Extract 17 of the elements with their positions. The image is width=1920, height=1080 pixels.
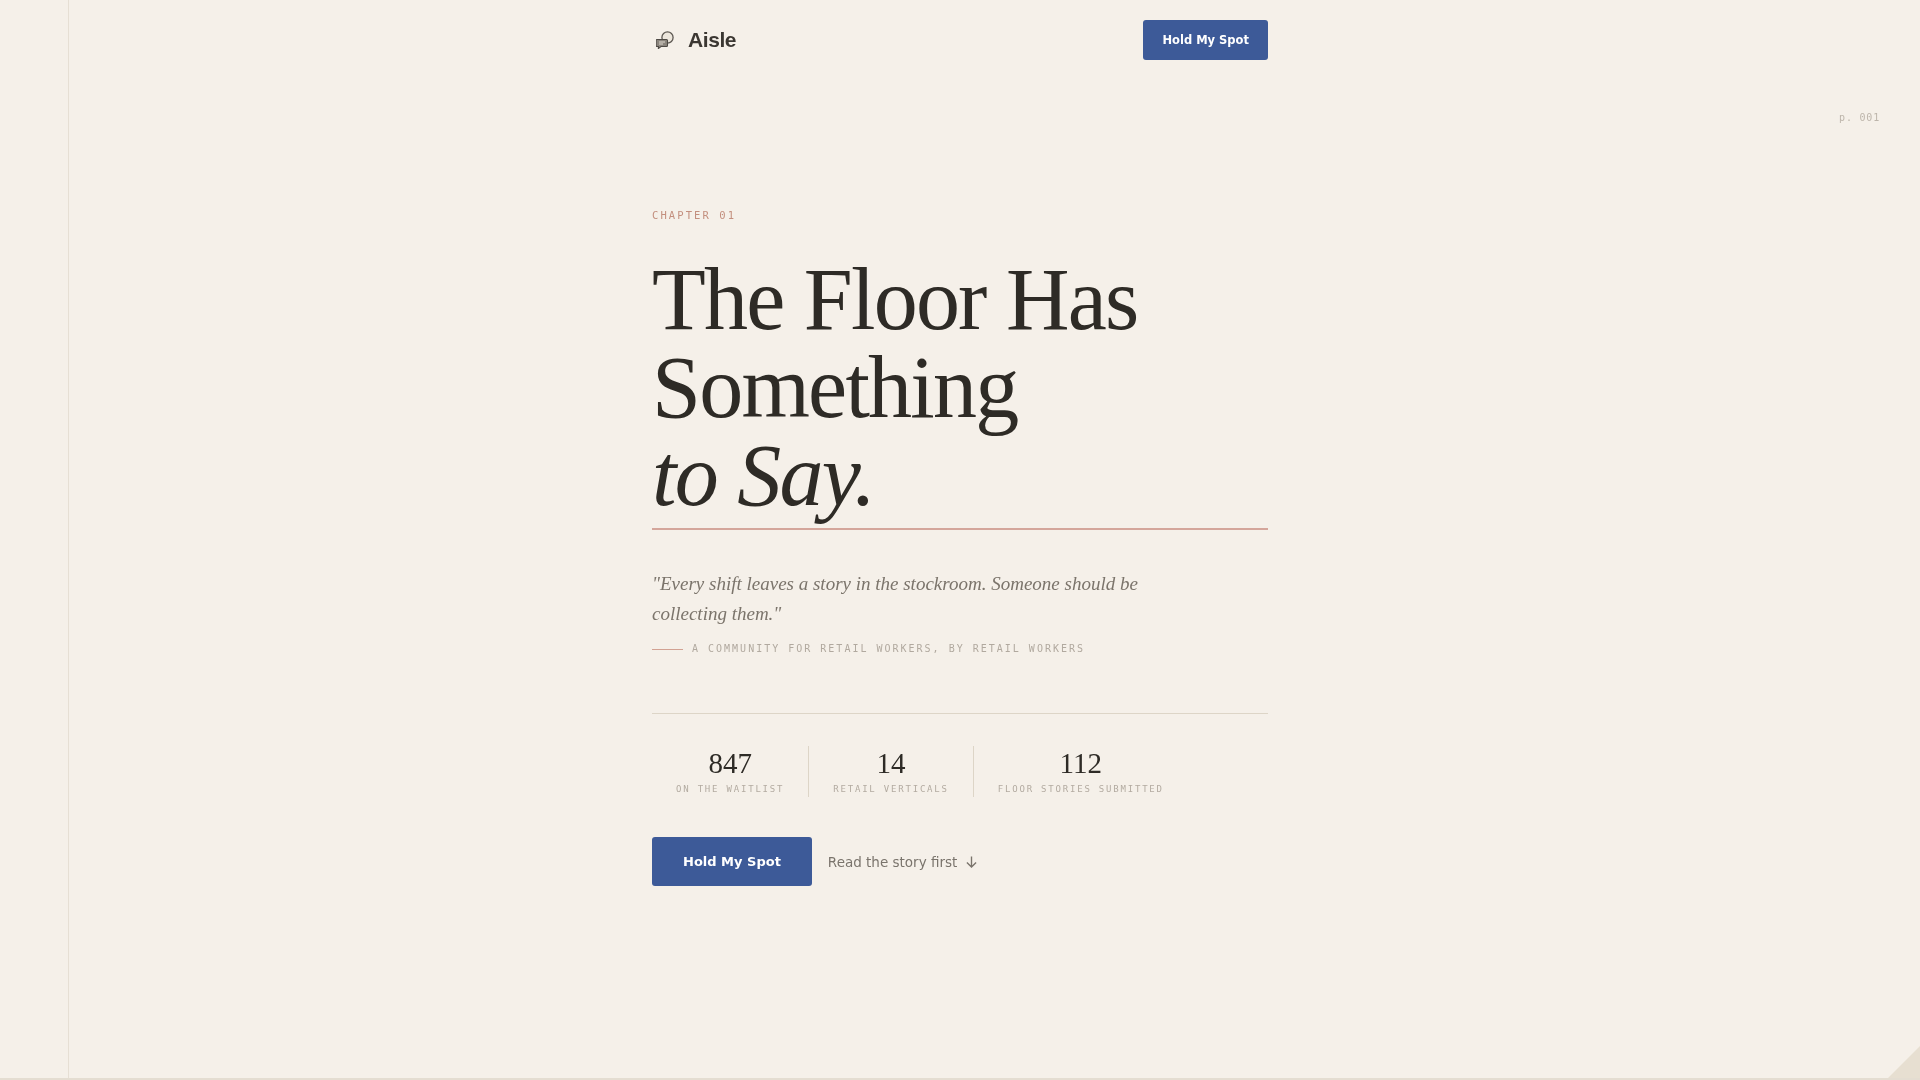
brand-name[interactable]: Aisle <box>688 27 737 53</box>
chapter-label: CHAPTER 01 <box>652 208 738 222</box>
arrow-down-icon <box>966 855 978 868</box>
quote: "Every shift leaves a story in the stockroom. Someone should be collecting them." <box>652 572 1139 626</box>
page-number: p. 001 <box>1839 111 1880 125</box>
hold-my-spot-button[interactable]: Hold My Spot <box>1143 20 1268 60</box>
stat-value: 112 <box>1059 746 1102 780</box>
read-story-link[interactable]: Read the story first <box>827 853 978 870</box>
stat-value: 14 <box>876 746 906 780</box>
speech-bubbles-icon <box>656 31 674 49</box>
tagline: A COMMUNITY FOR RETAIL WORKERS, BY RETAIL WORKERS <box>692 642 1085 656</box>
stat-label: RETAIL VERTICALS <box>833 783 949 795</box>
stat-label: FLOOR STORIES SUBMITTED <box>997 783 1164 795</box>
stat-label: ON THE WAITLIST <box>676 783 785 795</box>
headline: The Floor Has Something to Say. <box>652 256 1268 530</box>
hold-my-spot-button[interactable]: Hold My Spot <box>652 837 812 886</box>
stat-value: 847 <box>708 746 752 780</box>
